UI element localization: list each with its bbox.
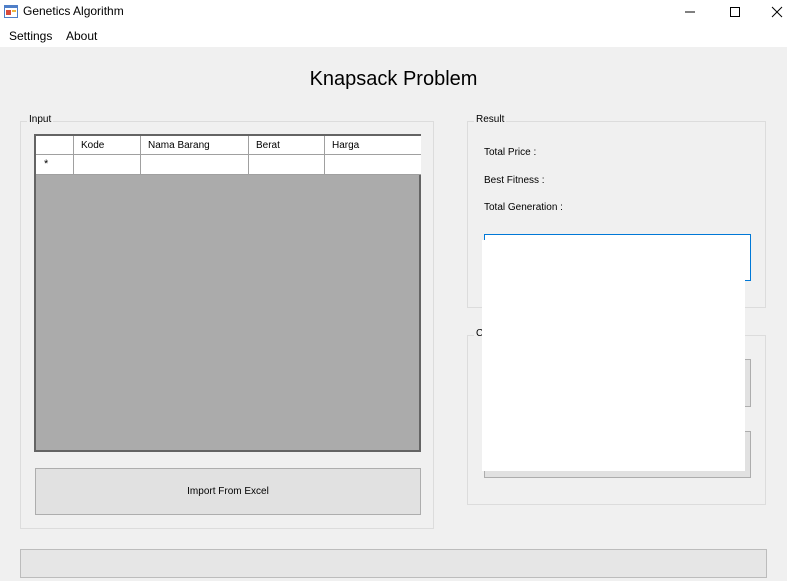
menu-bar: Settings About: [0, 24, 787, 47]
progress-bar: [20, 549, 767, 578]
maximize-icon: [730, 7, 740, 17]
maximize-button[interactable]: [712, 0, 758, 24]
grid-header: Kode Nama Barang Berat Harga: [36, 136, 421, 155]
grid-new-row[interactable]: *: [36, 155, 421, 175]
items-grid[interactable]: Kode Nama Barang Berat Harga *: [34, 134, 421, 452]
close-button[interactable]: [754, 0, 787, 24]
minimize-icon: [685, 11, 695, 13]
menu-settings[interactable]: Settings: [9, 29, 52, 43]
total-generation-label: Total Generation :: [484, 202, 563, 213]
column-header-harga[interactable]: Harga: [325, 136, 421, 155]
cell-berat[interactable]: [249, 155, 325, 175]
column-header-berat[interactable]: Berat: [249, 136, 325, 155]
cell-nama-barang[interactable]: [141, 155, 249, 175]
cell-harga[interactable]: [325, 155, 421, 175]
row-header-new[interactable]: *: [36, 155, 74, 175]
menu-about[interactable]: About: [66, 29, 97, 43]
minimize-button[interactable]: [667, 0, 713, 24]
import-from-excel-button[interactable]: Import From Excel: [35, 468, 421, 515]
best-fitness-label: Best Fitness :: [484, 175, 545, 186]
window-title: Genetics Algorithm: [23, 4, 124, 18]
cell-kode[interactable]: [74, 155, 141, 175]
input-group-label: Input: [27, 114, 54, 125]
result-group-label: Result: [474, 114, 507, 125]
total-price-label: Total Price :: [484, 147, 537, 158]
title-bar: Genetics Algorithm: [0, 0, 787, 24]
overlay-popup: [482, 240, 745, 471]
app-icon: [4, 5, 18, 18]
column-header-nama-barang[interactable]: Nama Barang: [141, 136, 249, 155]
page-title: Knapsack Problem: [309, 68, 478, 90]
column-header-kode[interactable]: Kode: [74, 136, 141, 155]
close-icon: [771, 6, 783, 18]
grid-corner-cell: [36, 136, 74, 155]
